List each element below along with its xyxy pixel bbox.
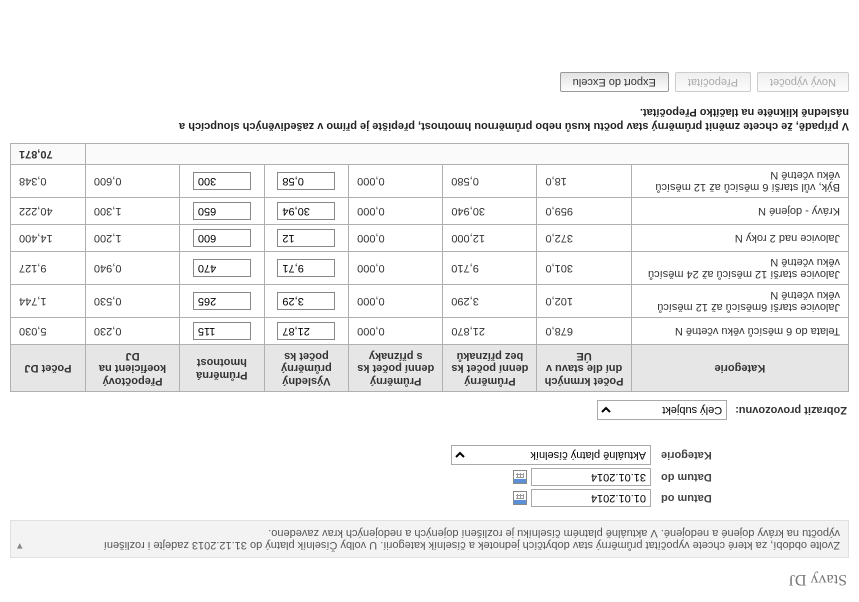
cell-kategorie: Jalovice starší 12 měsíců až 24 měsíců v… [631,252,848,285]
cell-prum-s: 0,000 [349,225,443,252]
cell-pocet-dj: 0,348 [11,165,86,198]
cell-krmne-dni: 18,0 [537,165,631,198]
cell-prum-bez: 12,000 [443,225,537,252]
cell-prum-s: 0,000 [349,252,443,285]
table-row: Telata do 6 měsíců věku včetně N678,021,… [11,318,849,345]
prepocitat-button[interactable]: Přepočítat [675,72,751,92]
calendar-icon[interactable] [513,491,527,505]
cell-koef: 0,530 [85,285,179,318]
th-kategorie: Kategorie [631,345,848,392]
cell-koef: 0,600 [85,165,179,198]
cell-krmne-dni: 301,0 [537,252,631,285]
th-krmne-dni: Počet krmných dní dle stavu v ÚE [537,345,631,392]
cell-prum-s: 0,000 [349,285,443,318]
hmotnost-input[interactable] [193,229,251,247]
hint-box: ▾ Zvolte období, za které chcete vypočít… [10,520,849,558]
cell-kategorie: Krávy - dojené N [631,198,848,225]
cell-kategorie: Jalovice nad 2 roky N [631,225,848,252]
hint-line-2: výpočtu na krávy dojené a nedojené. V ak… [268,527,840,539]
cell-prum-bez: 30,940 [443,198,537,225]
cell-krmne-dni: 678,0 [537,318,631,345]
cell-kategorie: Telata do 6 měsíců věku včetně N [631,318,848,345]
table-row: Jalovice starší 12 měsíců až 24 měsíců v… [11,252,849,285]
hmotnost-input[interactable] [193,202,251,220]
cell-prum-s: 0,000 [349,165,443,198]
vysledny-input[interactable] [277,229,335,247]
kategorie-label: Kategorie [651,449,821,461]
provozovna-select[interactable]: Celý subjekt [597,400,727,420]
cell-vysledny [264,318,349,345]
cell-vysledny [264,225,349,252]
vysledny-input[interactable] [277,292,335,310]
vysledny-input[interactable] [277,202,335,220]
collapse-icon[interactable]: ▾ [17,540,23,553]
cell-krmne-dni: 372,0 [537,225,631,252]
table-row: Býk, vůl starší 6 měsíců až 12 měsíců vě… [11,165,849,198]
cell-hmotnost [180,318,265,345]
cell-pocet-dj: 14,400 [11,225,86,252]
provozovna-label: Zobrazit provozovnu: [735,404,847,416]
datum-do-label: Datum do [651,471,821,483]
hmotnost-input[interactable] [193,172,251,190]
export-excel-button[interactable]: Export do Excelu [560,72,669,92]
cell-hmotnost [180,165,265,198]
page-title: Stavy DJ [10,570,847,588]
table-row: Jalovice starší 6měsíců až 12 měsíců věk… [11,285,849,318]
cell-prum-s: 0,000 [349,198,443,225]
cell-krmne-dni: 102,0 [537,285,631,318]
cell-hmotnost [180,285,265,318]
data-table: Kategorie Počet krmných dní dle stavu v … [10,143,849,392]
hint-line-1: Zvolte období, za které chcete vypočítat… [104,539,840,551]
cell-prum-bez: 3,290 [443,285,537,318]
cell-koef: 1,200 [85,225,179,252]
total-value: 70,871 [11,144,86,165]
cell-pocet-dj: 40,222 [11,198,86,225]
hmotnost-input[interactable] [193,322,251,340]
recalc-note: V případě, že chcete změnit průměrný sta… [10,104,849,133]
vysledny-input[interactable] [277,322,335,340]
th-prum-bez: Průměrný denní počet ks bez příznaků [443,345,537,392]
th-koef: Přepočtový koeficient na DJ [85,345,179,392]
datum-od-label: Datum od [651,492,821,504]
cell-kategorie: Býk, vůl starší 6 měsíců až 12 měsíců vě… [631,165,848,198]
cell-koef: 0,230 [85,318,179,345]
cell-vysledny [264,285,349,318]
novy-vypocet-button[interactable]: Nový výpočet [757,72,849,92]
cell-koef: 1,300 [85,198,179,225]
cell-hmotnost [180,225,265,252]
vysledny-input[interactable] [277,259,335,277]
hmotnost-input[interactable] [193,259,251,277]
cell-pocet-dj: 1,744 [11,285,86,318]
calendar-icon[interactable] [513,470,527,484]
hmotnost-input[interactable] [193,292,251,310]
th-prum-s: Průměrný denní počet ks s příznaky [349,345,443,392]
table-row: Jalovice nad 2 roky N372,012,0000,000 1,2… [11,225,849,252]
cell-kategorie: Jalovice starší 6měsíců až 12 měsíců věk… [631,285,848,318]
kategorie-select[interactable]: Aktuálně platný číselník [451,445,651,465]
vysledny-input[interactable] [277,172,335,190]
cell-prum-bez: 21,870 [443,318,537,345]
cell-vysledny [264,165,349,198]
cell-pocet-dj: 5,030 [11,318,86,345]
cell-hmotnost [180,252,265,285]
datum-do-input[interactable] [531,468,651,486]
cell-vysledny [264,252,349,285]
datum-od-input[interactable] [531,489,651,507]
cell-krmne-dni: 959,0 [537,198,631,225]
th-pocet-dj: Počet DJ [11,345,86,392]
cell-koef: 0,940 [85,252,179,285]
cell-prum-s: 0,000 [349,318,443,345]
cell-vysledny [264,198,349,225]
table-row: Krávy - dojené N959,030,9400,000 1,30040,… [11,198,849,225]
cell-hmotnost [180,198,265,225]
cell-prum-bez: 0,580 [443,165,537,198]
th-vysledny: Výsledný průměrný počet ks [264,345,349,392]
cell-prum-bez: 9,710 [443,252,537,285]
total-label [85,144,848,165]
th-hmotnost: Průměrná hmotnost [180,345,265,392]
cell-pocet-dj: 9,127 [11,252,86,285]
